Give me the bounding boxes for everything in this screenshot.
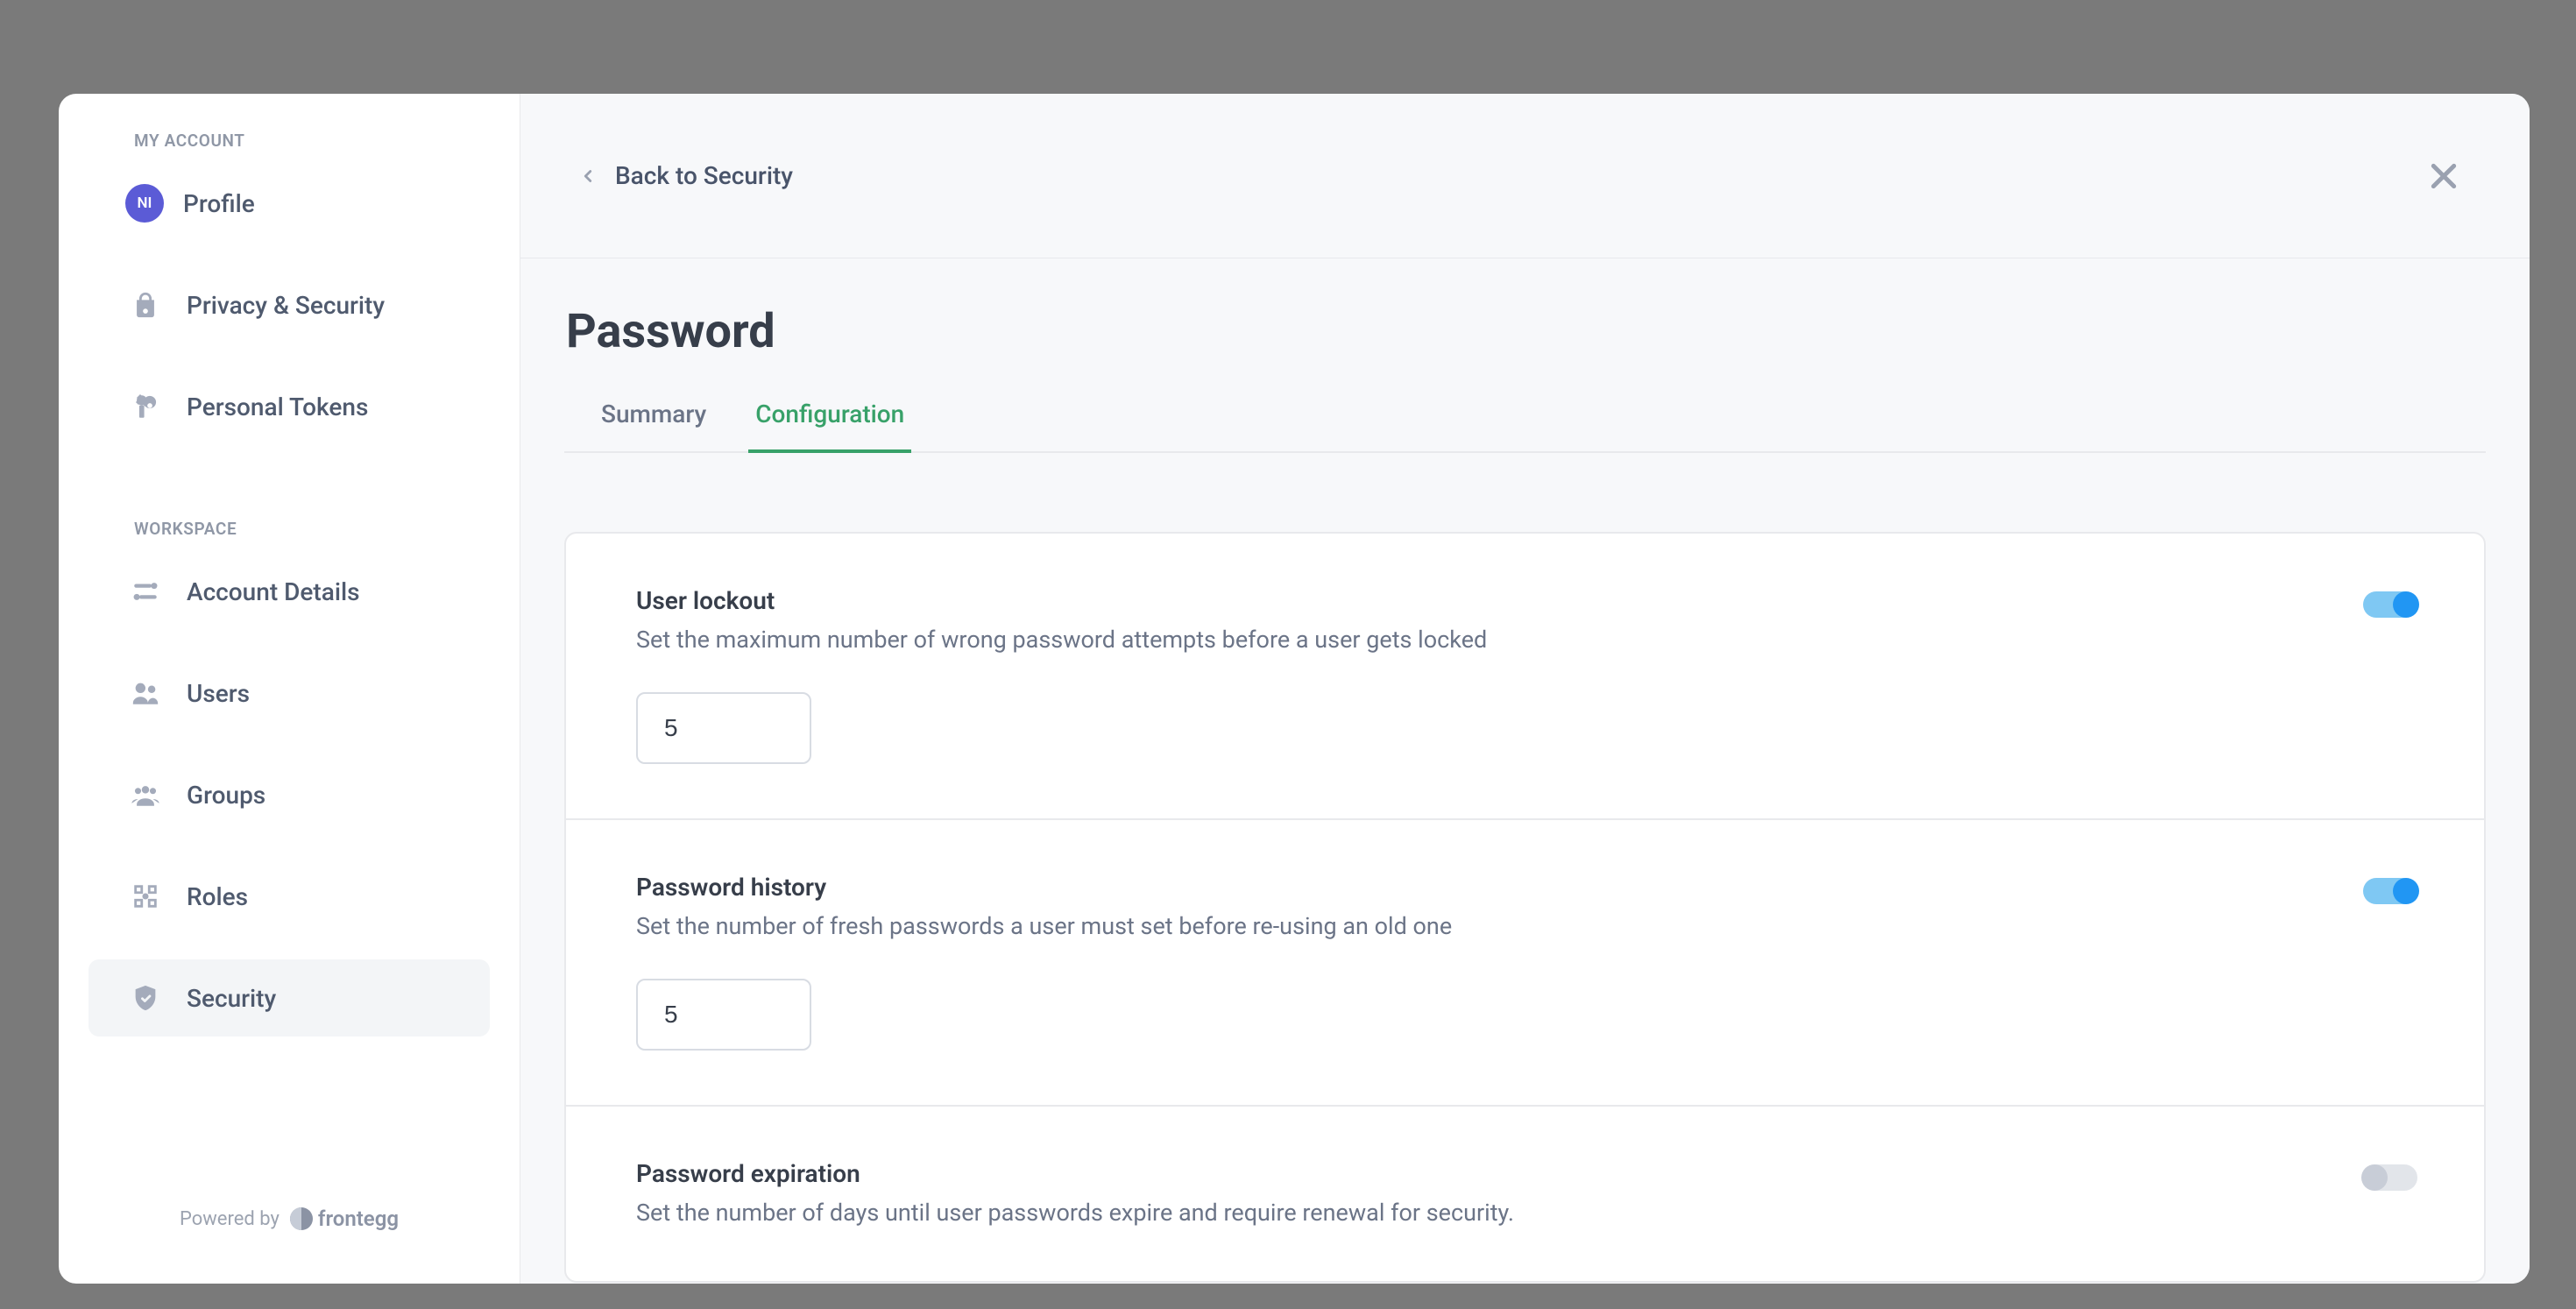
sidebar-item-label: Users	[187, 679, 250, 708]
sidebar-item-privacy-security[interactable]: Privacy & Security	[88, 266, 490, 343]
brand-logo-icon	[290, 1207, 313, 1230]
sidebar-item-label: Groups	[187, 781, 265, 810]
sidebar-item-account-details[interactable]: Account Details	[88, 553, 490, 630]
sidebar: MY ACCOUNT NI Profile Privacy & Security…	[59, 94, 520, 1284]
sidebar-item-label: Account Details	[187, 577, 360, 606]
setting-title: User lockout	[636, 586, 2414, 615]
topbar: Back to Security	[520, 94, 2530, 258]
sidebar-section-my-account: MY ACCOUNT	[88, 127, 490, 165]
password-history-input[interactable]	[636, 979, 811, 1051]
settings-panel: User lockout Set the maximum number of w…	[564, 532, 2486, 1283]
close-icon[interactable]	[2426, 159, 2461, 194]
roles-icon	[131, 881, 160, 911]
tab-configuration[interactable]: Configuration	[748, 400, 911, 453]
sidebar-item-users[interactable]: Users	[88, 654, 490, 732]
groups-icon	[131, 780, 160, 810]
settings-modal: MY ACCOUNT NI Profile Privacy & Security…	[59, 94, 2530, 1284]
toggle-knob	[2393, 591, 2419, 618]
sidebar-item-profile[interactable]: NI Profile	[88, 165, 490, 242]
user-lockout-toggle[interactable]	[2363, 591, 2417, 618]
sidebar-item-groups[interactable]: Groups	[88, 756, 490, 833]
password-history-toggle[interactable]	[2363, 878, 2417, 904]
user-lockout-input[interactable]	[636, 692, 811, 764]
brand-name: frontegg	[318, 1206, 399, 1231]
lock-icon	[131, 290, 160, 320]
sidebar-item-roles[interactable]: Roles	[88, 858, 490, 935]
setting-description: Set the maximum number of wrong password…	[636, 626, 2414, 654]
sidebar-section-workspace: WORKSPACE	[88, 515, 490, 553]
back-to-security-button[interactable]: Back to Security	[578, 161, 793, 190]
sidebar-item-label: Roles	[187, 882, 248, 911]
avatar: NI	[125, 184, 164, 223]
setting-description: Set the number of fresh passwords a user…	[636, 912, 2414, 940]
powered-by: Powered by frontegg	[59, 1206, 520, 1231]
sidebar-item-label: Privacy & Security	[187, 291, 385, 320]
setting-title: Password history	[636, 873, 2414, 902]
chevron-left-icon	[578, 166, 598, 186]
brand[interactable]: frontegg	[290, 1206, 399, 1231]
toggle-knob	[2393, 878, 2419, 904]
sidebar-item-label: Profile	[183, 189, 255, 218]
tab-summary[interactable]: Summary	[594, 400, 713, 453]
setting-description: Set the number of days until user passwo…	[636, 1199, 2414, 1227]
key-icon	[131, 392, 160, 421]
setting-password-expiration: Password expiration Set the number of da…	[566, 1107, 2484, 1281]
setting-user-lockout: User lockout Set the maximum number of w…	[566, 534, 2484, 820]
setting-password-history: Password history Set the number of fresh…	[566, 820, 2484, 1107]
sliders-icon	[131, 577, 160, 606]
sidebar-item-personal-tokens[interactable]: Personal Tokens	[88, 368, 490, 445]
page-title: Password	[564, 304, 2486, 359]
toggle-knob	[2361, 1164, 2388, 1191]
setting-title: Password expiration	[636, 1159, 2414, 1188]
sidebar-item-label: Personal Tokens	[187, 393, 368, 421]
back-label: Back to Security	[615, 161, 793, 190]
powered-by-label: Powered by	[180, 1208, 280, 1230]
users-icon	[131, 678, 160, 708]
content: Password Summary Configuration User lock…	[520, 258, 2530, 1283]
password-expiration-toggle[interactable]	[2363, 1164, 2417, 1191]
main-content: Back to Security Password Summary Config…	[520, 94, 2530, 1284]
tabs: Summary Configuration	[564, 400, 2486, 453]
shield-icon	[131, 983, 160, 1013]
sidebar-item-label: Security	[187, 984, 276, 1013]
sidebar-item-security[interactable]: Security	[88, 959, 490, 1037]
